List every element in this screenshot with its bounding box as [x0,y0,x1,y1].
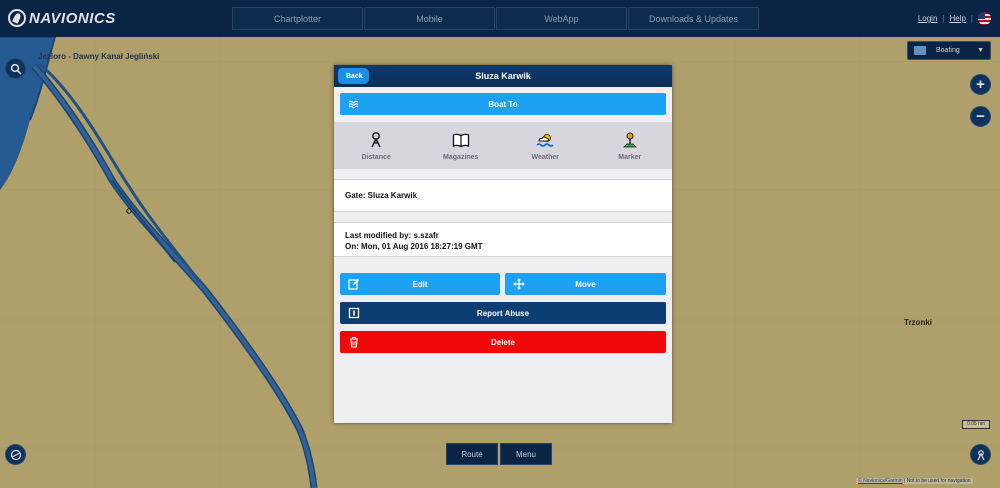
delete-label: Delete [490,337,515,347]
delete-button[interactable]: Delete [340,331,666,353]
move-icon [513,278,525,290]
report-abuse-button[interactable]: Report Abuse [340,302,666,324]
modification-info: Last modified by: s.szafr On: Mon, 01 Au… [334,222,672,257]
move-label: Move [575,279,596,289]
edit-label: Edit [412,279,428,289]
report-icon [348,307,360,319]
marker-tool[interactable]: Marker [588,122,673,169]
weather-icon [536,133,554,147]
gate-info: Gate: Sluza Karwik [334,179,672,212]
modified-on-text: On: Mon, 01 Aug 2016 18:27:19 GMT [345,242,483,251]
distance-tool[interactable]: Distance [334,122,419,169]
object-detail-panel: Back Sluza Karwik Boat To Distance Magaz… [334,65,672,423]
trash-icon [350,336,358,348]
distance-label: Distance [361,153,391,161]
magazines-tool[interactable]: Magazines [419,122,504,169]
edit-button[interactable]: Edit [340,273,500,295]
boat-to-button[interactable]: Boat To [340,93,666,115]
waves-icon [348,100,359,109]
panel-header: Back Sluza Karwik [334,65,672,87]
magazines-icon [452,133,469,147]
move-button[interactable]: Move [505,273,666,295]
modified-by-text: Last modified by: s.szafr [345,231,439,240]
gate-text: Gate: Sluza Karwik [345,191,418,200]
edit-icon [348,278,360,290]
panel-title: Sluza Karwik [475,71,531,81]
weather-label: Weather [531,153,560,161]
tool-row: Distance Magazines Weather Marker [334,122,672,169]
distance-icon [371,131,381,147]
weather-tool[interactable]: Weather [503,122,588,169]
report-abuse-label: Report Abuse [476,308,530,318]
magazines-label: Magazines [443,153,479,161]
marker-label: Marker [618,153,642,161]
boat-to-label: Boat To [488,99,518,109]
back-button[interactable]: Back [338,68,369,84]
marker-icon [622,132,637,147]
